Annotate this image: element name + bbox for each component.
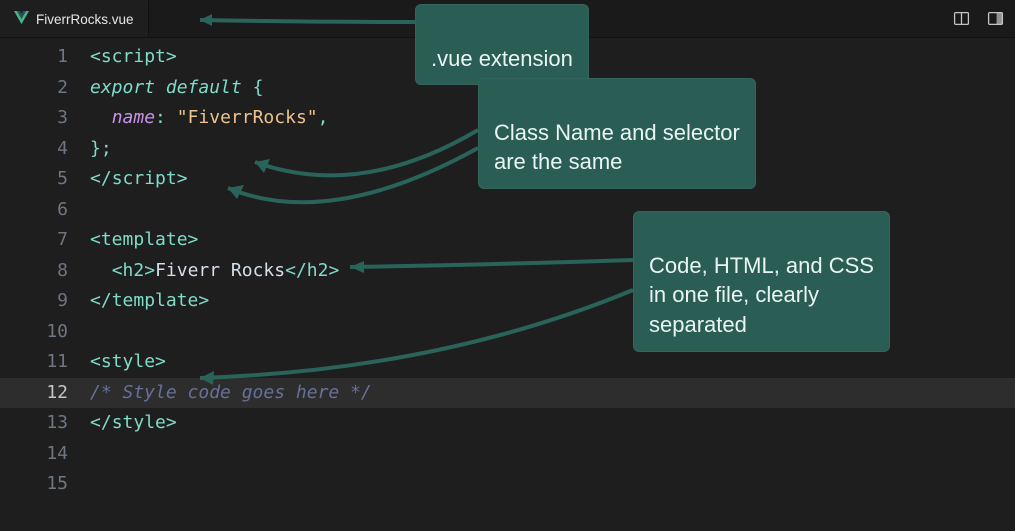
line-number: 12 bbox=[0, 378, 68, 409]
line-number: 1 bbox=[0, 42, 68, 73]
line-number: 3 bbox=[0, 103, 68, 134]
line-number: 11 bbox=[0, 347, 68, 378]
line-number: 5 bbox=[0, 164, 68, 195]
line-number: 13 bbox=[0, 408, 68, 439]
annotation-class-name: Class Name and selector are the same bbox=[478, 78, 756, 189]
line-number: 8 bbox=[0, 256, 68, 287]
line-number: 2 bbox=[0, 73, 68, 104]
line-number: 6 bbox=[0, 195, 68, 226]
preview-panel-button[interactable] bbox=[981, 6, 1009, 32]
line-number: 9 bbox=[0, 286, 68, 317]
line-number: 14 bbox=[0, 439, 68, 470]
editor-top-actions bbox=[947, 0, 1015, 37]
code-line[interactable] bbox=[90, 439, 1015, 470]
code-line[interactable]: </style> bbox=[90, 408, 1015, 439]
tab-filename: FiverrRocks.vue bbox=[36, 12, 134, 27]
annotation-one-file: Code, HTML, and CSS in one file, clearly… bbox=[633, 211, 890, 352]
code-line[interactable] bbox=[90, 469, 1015, 500]
vue-logo-icon bbox=[14, 10, 29, 29]
file-tab[interactable]: FiverrRocks.vue bbox=[0, 0, 149, 37]
line-number: 7 bbox=[0, 225, 68, 256]
line-number: 4 bbox=[0, 134, 68, 165]
annotation-vue-extension: .vue extension bbox=[415, 4, 589, 85]
line-number: 10 bbox=[0, 317, 68, 348]
line-number: 15 bbox=[0, 469, 68, 500]
line-number-gutter: 123456789101112131415 bbox=[0, 42, 90, 531]
code-line[interactable]: /* Style code goes here */ bbox=[90, 378, 1015, 409]
split-editor-button[interactable] bbox=[947, 6, 975, 32]
